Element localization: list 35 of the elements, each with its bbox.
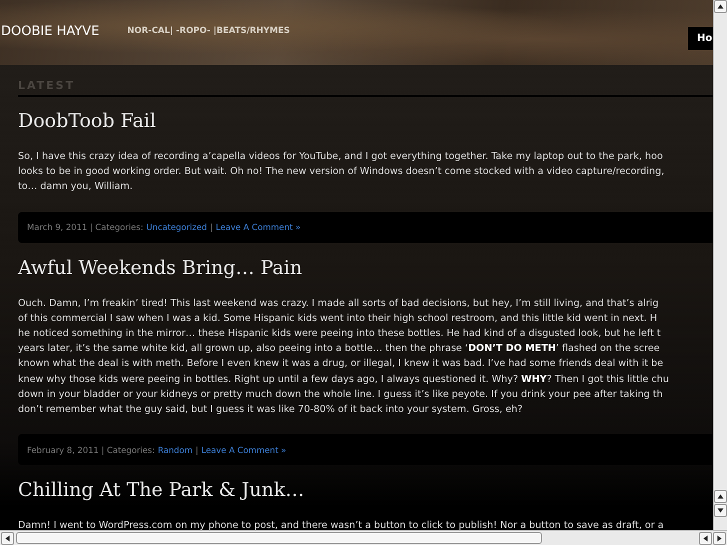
- vertical-scrollbar[interactable]: [713, 0, 727, 530]
- category-link[interactable]: Random: [158, 444, 193, 455]
- horizontal-scrollbar[interactable]: [0, 530, 727, 545]
- nav-tab[interactable]: Ho: [688, 26, 713, 50]
- post-text-line: of this commercial I saw when I was a kid. Some Hispanic kids went into their high school restroom, and this little kid went in next. H: [18, 312, 658, 326]
- post-text-line: Damn! I went to WordPress.com on my phone to post, and there wasn’t a button to click to publish! Nor a button to save as draft, or a: [18, 519, 665, 530]
- separator: |: [210, 222, 213, 232]
- post-text-line: down in your bladder or your kidneys or pretty much down the whole line. I guess it’s like peyote. If you drink your pee after taking th: [18, 388, 664, 402]
- scroll-left-icon[interactable]: [1, 532, 14, 545]
- post-text-line: years later, it’s the same white kid, all grown up, also peeing into a bottle… then the phrase ‘DON’T DO METH’ flashed on the scree: [18, 342, 661, 356]
- post-date: February 8, 2011 | Categories:: [27, 444, 155, 455]
- comment-link[interactable]: Leave A Comment »: [216, 222, 301, 232]
- scroll-right-icon[interactable]: [713, 532, 726, 545]
- site-title[interactable]: DOOBIE HAYVE: [1, 24, 100, 38]
- post-text-line: So, I have this crazy idea of recording a’capella videos for YouTube, and I got everything together. Take my laptop out to the park, hoo: [18, 150, 664, 164]
- scrollbar-thumb[interactable]: [16, 532, 542, 544]
- tagline: NOR-CAL| -ROPO- |BEATS/RHYMES: [127, 26, 290, 36]
- scroll-up-icon[interactable]: [714, 0, 727, 13]
- post-title[interactable]: Chilling At The Park & Junk…: [18, 479, 713, 502]
- post-date: March 9, 2011 | Categories:: [27, 222, 144, 232]
- scroll-down-icon[interactable]: [714, 504, 727, 517]
- post-text-line: to… damn you, William.: [18, 180, 134, 194]
- category-link[interactable]: Uncategorized: [146, 222, 207, 232]
- post-text-line: looks to be in good working order. But wait. Oh no! The new version of Windows doesn’t come stocked with a video capture/recording,: [18, 165, 666, 180]
- comment-link[interactable]: Leave A Comment »: [201, 444, 286, 455]
- post-text-line: Ouch. Damn, I’m freakin’ tired! This last weekend was crazy. I made all sorts of bad decisions, but hey, I’m still living, and that’s alrig: [18, 296, 660, 311]
- separator: |: [196, 444, 198, 455]
- post-title[interactable]: Awful Weekends Bring… Pain: [18, 256, 713, 279]
- scroll-left-icon[interactable]: [699, 532, 712, 545]
- post-text-line: known what the deal is with meth. Before I even knew it was a drug, or illegal, I knew it was bad. I’ve had some friends deal with it be: [18, 357, 664, 372]
- scroll-up-icon[interactable]: [714, 490, 727, 503]
- post-text-line: don’t remember what the guy said, but I guess it was like 70-80% of it back into your system. Gross, eh?: [18, 403, 524, 418]
- post-title[interactable]: DoobToob Fail: [18, 110, 713, 132]
- post-text-line: knew why those kids were peeing in bottles. Right up until a few days ago, I always questioned it. Why? WHY? Then I got this little chu: [18, 372, 670, 387]
- post-text-line: he noticed something in the mirror… these Hispanic kids were peeing into these bottles. He had kind of a disgusted look, but he left t: [18, 327, 662, 342]
